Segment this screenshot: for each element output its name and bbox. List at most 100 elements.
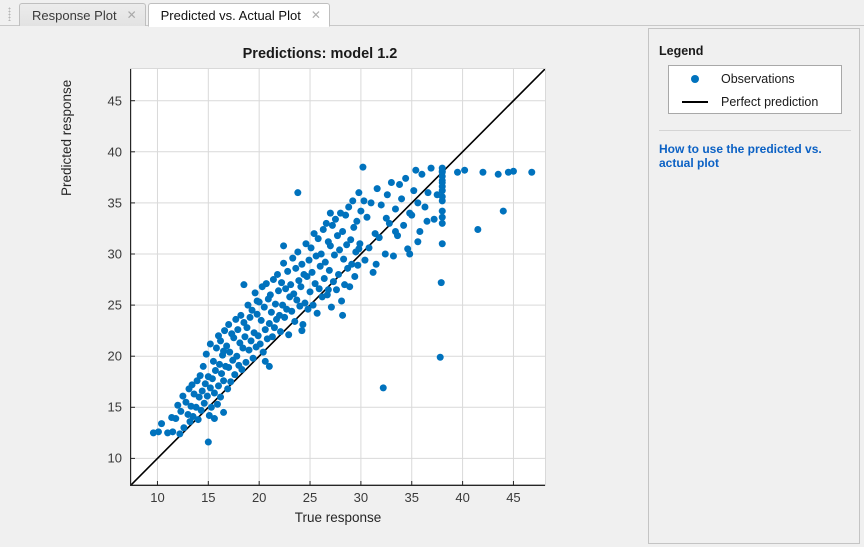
data-point: [354, 261, 362, 269]
data-point: [387, 178, 395, 186]
data-point: [247, 337, 255, 345]
data-point: [335, 270, 343, 278]
data-point: [233, 352, 241, 360]
data-point: [208, 375, 216, 383]
scatter-plot-svg: [130, 68, 546, 486]
data-point: [438, 178, 446, 186]
data-point: [306, 288, 314, 296]
data-point: [377, 201, 385, 209]
plot-figure: Predictions: model 1.2 Predicted respons…: [0, 26, 640, 547]
data-point: [261, 326, 269, 334]
data-point: [418, 170, 426, 178]
data-point: [294, 189, 302, 197]
data-point: [438, 213, 446, 221]
data-point: [315, 285, 323, 293]
data-point: [245, 346, 253, 354]
data-point: [198, 387, 206, 395]
data-point: [207, 403, 215, 411]
data-point: [154, 428, 162, 436]
data-point: [239, 344, 247, 352]
close-icon[interactable]: ✕: [309, 8, 323, 22]
data-point: [174, 401, 182, 409]
data-point: [200, 399, 208, 407]
data-point: [249, 354, 257, 362]
data-point: [438, 207, 446, 215]
data-point: [256, 340, 264, 348]
close-icon[interactable]: ✕: [125, 8, 139, 22]
data-point: [410, 187, 418, 195]
data-point: [290, 290, 298, 298]
data-point: [349, 197, 357, 205]
data-point: [382, 214, 390, 222]
data-point: [350, 223, 358, 231]
data-point: [307, 244, 315, 252]
y-tick-label: 15: [107, 399, 122, 415]
data-point: [361, 256, 369, 264]
data-point: [391, 228, 399, 236]
data-point: [234, 326, 242, 334]
data-point: [242, 358, 250, 366]
data-point: [289, 254, 297, 262]
data-point: [408, 211, 416, 219]
data-point: [284, 267, 292, 275]
data-point: [329, 278, 337, 286]
data-point: [301, 299, 309, 307]
data-point: [220, 347, 228, 355]
data-point: [381, 250, 389, 258]
tab-response-plot[interactable]: Response Plot ✕: [19, 3, 146, 26]
x-axis-label: True response: [294, 510, 382, 525]
data-point: [295, 277, 303, 285]
data-point: [345, 203, 353, 211]
data-point: [195, 393, 203, 401]
data-point: [225, 363, 233, 371]
data-point: [423, 217, 431, 225]
data-point: [227, 378, 235, 386]
legend-marker-line-icon: [669, 101, 721, 103]
data-point: [268, 333, 276, 341]
legend-item-perfect-prediction[interactable]: Perfect prediction: [669, 90, 841, 114]
data-point: [416, 228, 424, 236]
data-point: [298, 327, 306, 335]
x-tick-label: 15: [201, 490, 216, 505]
data-point: [340, 255, 348, 263]
data-point: [474, 225, 482, 233]
data-point: [267, 308, 275, 316]
data-point: [206, 340, 214, 348]
help-link[interactable]: How to use the predicted vs. actual plot: [659, 142, 853, 170]
data-point: [293, 296, 301, 304]
legend-item-observations[interactable]: Observations: [669, 67, 841, 91]
plot-title: Predictions: model 1.2: [242, 46, 398, 62]
data-point: [211, 367, 219, 375]
drag-grip-icon[interactable]: [4, 4, 15, 24]
x-tick-label: 10: [150, 490, 165, 505]
y-axis-label: Predicted response: [59, 79, 74, 196]
data-point: [528, 168, 536, 176]
data-point: [339, 228, 347, 236]
data-point: [351, 272, 359, 280]
data-point: [438, 219, 446, 227]
data-point: [421, 203, 429, 211]
data-point: [391, 205, 399, 213]
data-point: [454, 168, 462, 176]
data-point: [277, 328, 285, 336]
data-point: [220, 408, 228, 416]
data-point: [299, 321, 307, 329]
data-point: [214, 382, 222, 390]
data-point: [217, 337, 225, 345]
data-point: [254, 332, 262, 340]
data-point: [438, 193, 446, 201]
data-point: [209, 357, 217, 365]
plot-axes: [130, 68, 546, 486]
data-point: [414, 199, 422, 207]
data-point: [294, 248, 302, 256]
tab-predicted-vs-actual-plot[interactable]: Predicted vs. Actual Plot ✕: [147, 3, 330, 27]
data-point: [353, 217, 361, 225]
data-point: [169, 428, 177, 436]
data-point: [331, 215, 339, 223]
data-point: [202, 350, 210, 358]
data-point: [336, 246, 344, 254]
data-point: [360, 197, 368, 205]
data-point: [231, 371, 239, 379]
data-point: [194, 416, 202, 424]
data-point: [314, 235, 322, 243]
